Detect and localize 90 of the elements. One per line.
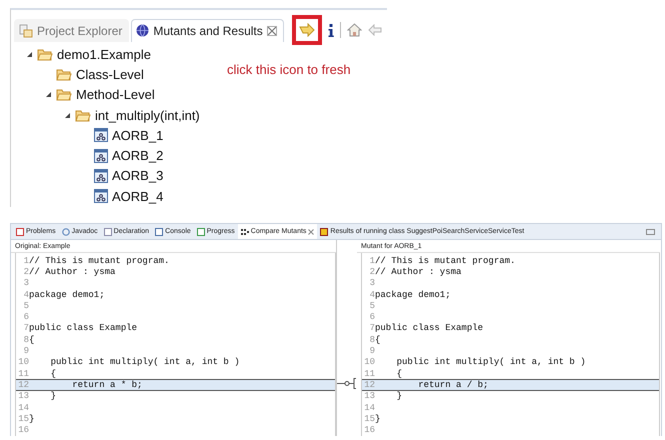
line-number: 10 [17,357,29,368]
code-text: public class Example [29,323,138,334]
code-text: public class Example [375,323,484,334]
tree-item[interactable]: AORB_1 [112,128,164,143]
javadoc-icon [62,228,70,236]
line-number: 13 [17,391,29,402]
line-number: 7 [368,323,375,334]
code-text: { [50,368,56,379]
progress-icon [196,228,205,236]
tree-item[interactable]: AORB_2 [112,148,164,164]
line-number: 9 [368,346,375,356]
line-number: 15 [17,414,29,424]
line-number: 1 [368,256,375,266]
code-text: // This is mutant program. [29,256,170,266]
line-number: 14 [363,402,375,413]
tree-item[interactable]: AORB_4 [112,188,164,204]
mutant-icon [94,168,108,183]
line-number: 4 [368,290,375,300]
line-number: 3 [368,278,375,288]
line-number: 2 [368,266,375,277]
code-text: { [375,334,380,345]
globe-icon [136,24,150,37]
line-number: 16 [17,425,29,436]
line-number: 6 [22,312,29,322]
code-text: } [50,391,56,402]
code-text: package demo1; [375,290,451,300]
code-text: // Author : ysma [375,266,462,277]
line-number: 3 [22,278,29,288]
line-number: 12 [17,380,29,390]
code-text: public int multiply( int a, int b ) [50,357,240,368]
line-number: 9 [22,346,29,356]
line-number: 14 [17,402,29,413]
tree-item[interactable]: Class-Level [76,66,144,82]
mutant-icon [94,148,108,163]
line-number: 2 [22,266,29,277]
line-number: 6 [368,312,375,322]
line-number: 8 [368,334,375,345]
line-number: 5 [368,300,375,311]
view-tab[interactable]: Mutants and Results [131,18,284,42]
project-icon [19,24,33,38]
line-number: 10 [363,357,375,368]
code-text: } [29,414,34,424]
annotation-text: click this icon to fresh [227,62,351,77]
code-text: } [396,391,402,402]
line-number: 5 [22,300,29,311]
declaration-icon [104,228,112,236]
results-icon [320,228,328,236]
mutant-icon [94,189,108,204]
code-text: // This is mutant program. [375,256,516,266]
expanded-arrow-icon[interactable] [64,112,70,119]
expanded-arrow-icon[interactable] [44,91,52,98]
code-text: public int multiply( int a, int b ) [396,357,586,368]
code-text: { [29,334,34,345]
line-number: 15 [363,414,375,424]
tree-item[interactable]: Method-Level [76,87,155,102]
folder-icon [56,68,72,81]
line-number: 4 [22,290,29,300]
diff-connector [337,378,356,390]
problems-icon [16,228,24,236]
line-number: 1 [22,256,29,266]
line-number: 8 [22,334,29,345]
folder-icon [75,108,91,122]
expanded-arrow-icon[interactable] [26,50,32,58]
mutant-icon [94,128,108,142]
info-icon[interactable] [328,24,334,36]
tree-item[interactable]: int_multiply(int,int) [95,108,200,123]
folder-icon [56,88,72,102]
refresh-arrow-icon[interactable] [298,23,315,37]
code-text: return a * b; [71,380,142,390]
home-icon[interactable] [346,23,362,37]
code-text: { [396,368,402,379]
code-text: // Author : ysma [29,266,116,277]
code-text: return a / b; [417,380,488,390]
line-number: 11 [17,368,29,379]
line-number: 7 [22,323,29,334]
line-number: 11 [363,368,375,379]
line-number: 13 [363,391,375,402]
code-text: package demo1; [29,290,105,300]
line-number: 16 [363,425,375,436]
compare-icon [240,228,249,236]
code-text: } [375,414,380,424]
folder-icon [37,48,53,61]
tree-item[interactable]: AORB_3 [112,168,164,184]
tree-item[interactable]: demo1.Example [57,46,151,62]
close-icon[interactable] [266,26,277,36]
minimize-icon[interactable] [646,228,655,234]
line-number: 12 [363,380,375,390]
close-icon[interactable] [308,228,314,234]
console-icon [155,228,164,236]
view-tab[interactable]: Project Explorer [14,18,130,42]
